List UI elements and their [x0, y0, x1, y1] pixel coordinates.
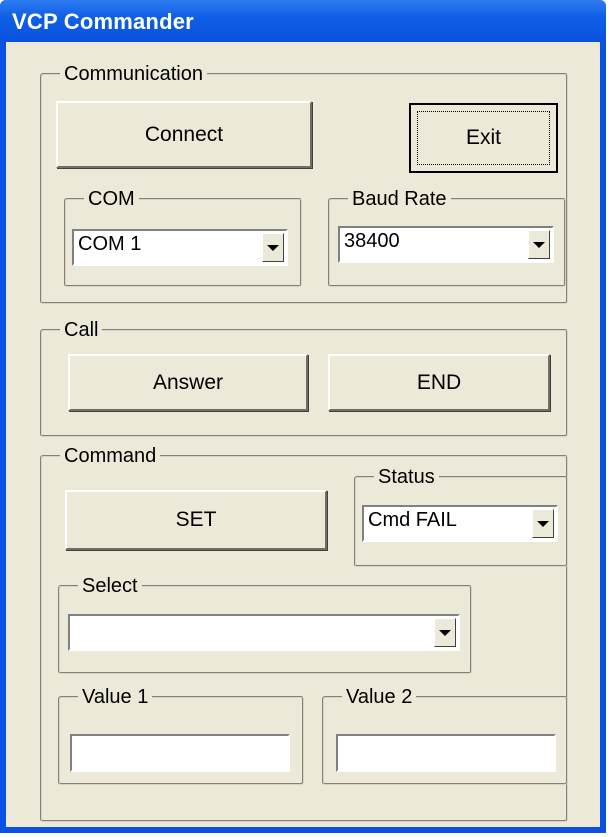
baud-rate-legend: Baud Rate — [352, 188, 447, 210]
communication-legend: Communication — [64, 63, 203, 85]
value1-input[interactable] — [70, 734, 290, 772]
com-legend: COM — [88, 188, 135, 210]
command-legend: Command — [64, 445, 157, 467]
client-area: Communication Connect Exit COM COM 1 Bau… — [6, 42, 600, 827]
chevron-down-icon — [537, 520, 549, 527]
command-select[interactable] — [68, 614, 460, 651]
window-title: VCP Commander — [12, 9, 194, 34]
chevron-down-icon — [439, 629, 451, 636]
title-bar[interactable]: VCP Commander — [0, 0, 606, 42]
com-port-value: COM 1 — [78, 233, 142, 255]
com-dropdown-button[interactable] — [262, 233, 284, 262]
focus-rect — [417, 111, 550, 165]
end-button[interactable]: END — [328, 354, 550, 411]
answer-button[interactable]: Answer — [68, 354, 308, 411]
value2-input[interactable] — [336, 734, 556, 772]
status-legend: Status — [378, 466, 435, 488]
baud-dropdown-button[interactable] — [528, 230, 550, 259]
connect-button[interactable]: Connect — [56, 101, 312, 168]
status-select[interactable]: Cmd FAIL — [362, 505, 558, 542]
set-button[interactable]: SET — [65, 490, 327, 550]
value2-legend: Value 2 — [346, 686, 413, 708]
baud-rate-value: 38400 — [344, 230, 400, 252]
baud-rate-select[interactable]: 38400 — [338, 226, 554, 263]
call-legend: Call — [64, 319, 99, 341]
status-dropdown-button[interactable] — [532, 509, 554, 538]
value1-legend: Value 1 — [82, 686, 149, 708]
chevron-down-icon — [533, 241, 545, 248]
com-port-select[interactable]: COM 1 — [72, 229, 288, 266]
status-value: Cmd FAIL — [368, 509, 457, 531]
select-dropdown-button[interactable] — [434, 618, 456, 647]
select-legend: Select — [82, 575, 138, 597]
chevron-down-icon — [267, 244, 279, 251]
exit-button[interactable]: Exit — [409, 103, 558, 173]
app-window: VCP Commander Communication Connect Exit… — [0, 0, 606, 833]
